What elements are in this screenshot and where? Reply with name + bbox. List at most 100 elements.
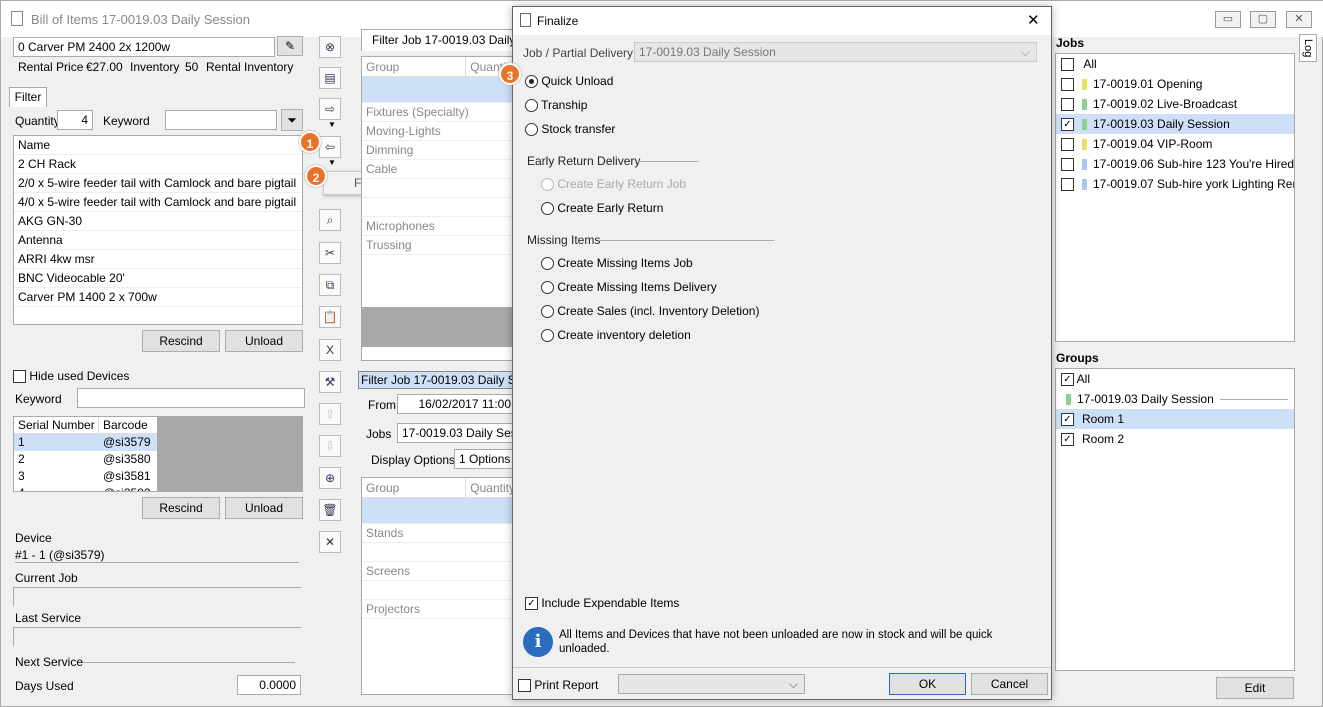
paste-icon[interactable]: 📋	[319, 306, 341, 328]
cancel-button[interactable]: Cancel	[971, 673, 1048, 695]
list-item[interactable]: Antenna	[14, 231, 302, 250]
grid-row[interactable]	[362, 498, 515, 524]
grid-row[interactable]	[362, 581, 515, 600]
grid-row[interactable]: Cable	[362, 160, 515, 179]
grid-row[interactable]: Microphones	[362, 217, 515, 236]
wrench-icon[interactable]: ⚒	[319, 371, 341, 393]
grid-row[interactable]: Moving-Lights	[362, 122, 515, 141]
missing-delivery-radio[interactable]	[541, 281, 554, 295]
print-report[interactable]: Print Report	[518, 678, 598, 693]
option-create-sales[interactable]: Create Sales (incl. Inventory Deletion)	[541, 304, 759, 319]
job-item[interactable]: ✓ 17-0019.03 Daily Session	[1056, 114, 1294, 134]
groups-all[interactable]: ✓ All	[1056, 369, 1294, 389]
product-name-field[interactable]: 0 Carver PM 2400 2x 1200w	[13, 37, 275, 57]
display-options-field[interactable]: 1 Options	[454, 449, 516, 469]
option-stock-transfer[interactable]: Stock transfer	[525, 122, 615, 137]
grid-row[interactable]: Screens	[362, 562, 515, 581]
job-checkbox[interactable]	[1061, 138, 1074, 152]
early-return-job-radio[interactable]	[541, 178, 554, 192]
tab-filter-job-2[interactable]: Filter Job 17-0019.03 Daily Ses	[358, 371, 516, 389]
search-icon[interactable]: ⌕	[319, 209, 341, 231]
job-item[interactable]: 17-0019.07 Sub-hire york Lighting Rental	[1056, 174, 1294, 194]
unload-icon[interactable]: ⇦	[319, 136, 341, 158]
option-early-return[interactable]: Create Early Return	[541, 201, 663, 216]
grid-row[interactable]: Projectors	[362, 600, 515, 619]
job-item[interactable]: 17-0019.06 Sub-hire 123 You're Hired Inc…	[1056, 154, 1294, 174]
tab-filter-job[interactable]: Filter Job 17-0019.03 Daily Se	[361, 29, 516, 51]
missing-job-radio[interactable]	[541, 257, 554, 271]
maximize-button[interactable]: ▢	[1250, 11, 1276, 28]
scissors-icon[interactable]: ✂	[319, 242, 341, 264]
print-report-checkbox[interactable]	[518, 679, 531, 693]
tools-icon[interactable]: ✕	[319, 531, 341, 553]
unload-button-2[interactable]: Unload	[225, 497, 303, 519]
log-tab[interactable]: Log	[1299, 34, 1317, 62]
group-checkbox[interactable]: ✓	[1061, 433, 1074, 447]
dialog-close-icon[interactable]: ✕	[1027, 11, 1040, 29]
close-button[interactable]: ✕	[1286, 11, 1312, 28]
option-tranship[interactable]: Tranship	[525, 98, 587, 113]
job-checkbox[interactable]	[1061, 158, 1074, 172]
grid-row[interactable]: Dimming	[362, 141, 515, 160]
job-partial-select[interactable]: 17-0019.03 Daily Session ⌵	[634, 42, 1037, 62]
rescind-button[interactable]: Rescind	[142, 330, 220, 352]
quantity-input[interactable]: 4	[57, 110, 93, 130]
job-item[interactable]: 17-0019.01 Opening	[1056, 74, 1294, 94]
from-field[interactable]: 16/02/2017 11:00	[397, 394, 516, 414]
group-item[interactable]: ✓ Room 2	[1056, 429, 1294, 449]
tab-filter[interactable]: Filter	[9, 87, 47, 107]
grid-row[interactable]: Fixtures (Specialty)	[362, 103, 515, 122]
option-missing-job[interactable]: Create Missing Items Job	[541, 256, 693, 271]
minimize-button[interactable]: ▭	[1215, 11, 1241, 28]
device-keyword-input[interactable]	[77, 388, 305, 408]
table-row[interactable]: 4@si3582	[14, 485, 157, 491]
table-row[interactable]: 1 @si3579	[14, 434, 157, 451]
quick-unload-radio[interactable]	[525, 75, 538, 89]
inventory-deletion-radio[interactable]	[541, 329, 554, 343]
option-inventory-deletion[interactable]: Create inventory deletion	[541, 328, 691, 343]
list-item[interactable]: ARRI 4kw msr	[14, 250, 302, 269]
days-used-field[interactable]: 0.0000	[237, 675, 301, 695]
move-up-icon[interactable]: ⇧	[319, 403, 341, 425]
create-sales-radio[interactable]	[541, 305, 554, 319]
list-item[interactable]: 4/0 x 5-wire feeder tail with Camlock an…	[14, 193, 302, 212]
table-row[interactable]: 3 @si3581	[14, 468, 157, 485]
edit-button[interactable]: Edit	[1216, 677, 1294, 699]
keyword-input[interactable]	[165, 110, 277, 130]
grid-row[interactable]	[362, 543, 515, 562]
edit-pencil-button[interactable]: ✎	[277, 36, 303, 56]
dropdown-arrow-icon[interactable]: ▼	[319, 120, 345, 130]
list-item[interactable]: BNC Videocable 20'	[14, 269, 302, 288]
document-list-icon[interactable]: ▤	[319, 67, 341, 89]
list-item[interactable]: Carver PM 1400 2 x 700w	[14, 288, 302, 307]
grid-row[interactable]	[362, 179, 515, 198]
job-checkbox[interactable]	[1061, 78, 1074, 92]
table-row[interactable]: 2 @si3580	[14, 451, 157, 468]
trash-icon[interactable]: 🗑	[319, 499, 341, 521]
grid-row[interactable]	[362, 198, 515, 217]
job-item[interactable]: 17-0019.02 Live-Broadcast	[1056, 94, 1294, 114]
hide-used-devices[interactable]: Hide used Devices	[13, 369, 129, 384]
move-down-icon[interactable]: ⇩	[319, 435, 341, 457]
group-item[interactable]: ✓ Room 1	[1056, 409, 1294, 429]
add-icon[interactable]: ⊕	[319, 467, 341, 489]
list-item[interactable]: 2/0 x 5-wire feeder tail with Camlock an…	[14, 174, 302, 193]
jobs-field[interactable]: 17-0019.03 Daily Sessio	[397, 423, 516, 443]
group-checkbox[interactable]: ✓	[1061, 413, 1074, 427]
grid-row[interactable]: Trussing	[362, 236, 515, 255]
load-icon[interactable]: ⇨	[319, 98, 341, 120]
cancel-circle-icon[interactable]: ⊗	[319, 36, 341, 58]
stock-transfer-radio[interactable]	[525, 123, 538, 137]
excel-icon[interactable]: X	[319, 339, 341, 361]
report-select[interactable]: ⌵	[618, 674, 805, 694]
list-item[interactable]: 2 CH Rack	[14, 155, 302, 174]
filter-button[interactable]: ⏷	[281, 109, 303, 131]
early-return-radio[interactable]	[541, 202, 554, 216]
job-item[interactable]: 17-0019.04 VIP-Room	[1056, 134, 1294, 154]
job-checkbox[interactable]	[1061, 178, 1074, 192]
tranship-radio[interactable]	[525, 99, 538, 113]
grid-row[interactable]: Stands	[362, 524, 515, 543]
include-expendable-checkbox[interactable]: ✓	[525, 597, 538, 611]
option-quick-unload[interactable]: Quick Unload	[525, 74, 613, 89]
job-checkbox[interactable]	[1061, 98, 1074, 112]
